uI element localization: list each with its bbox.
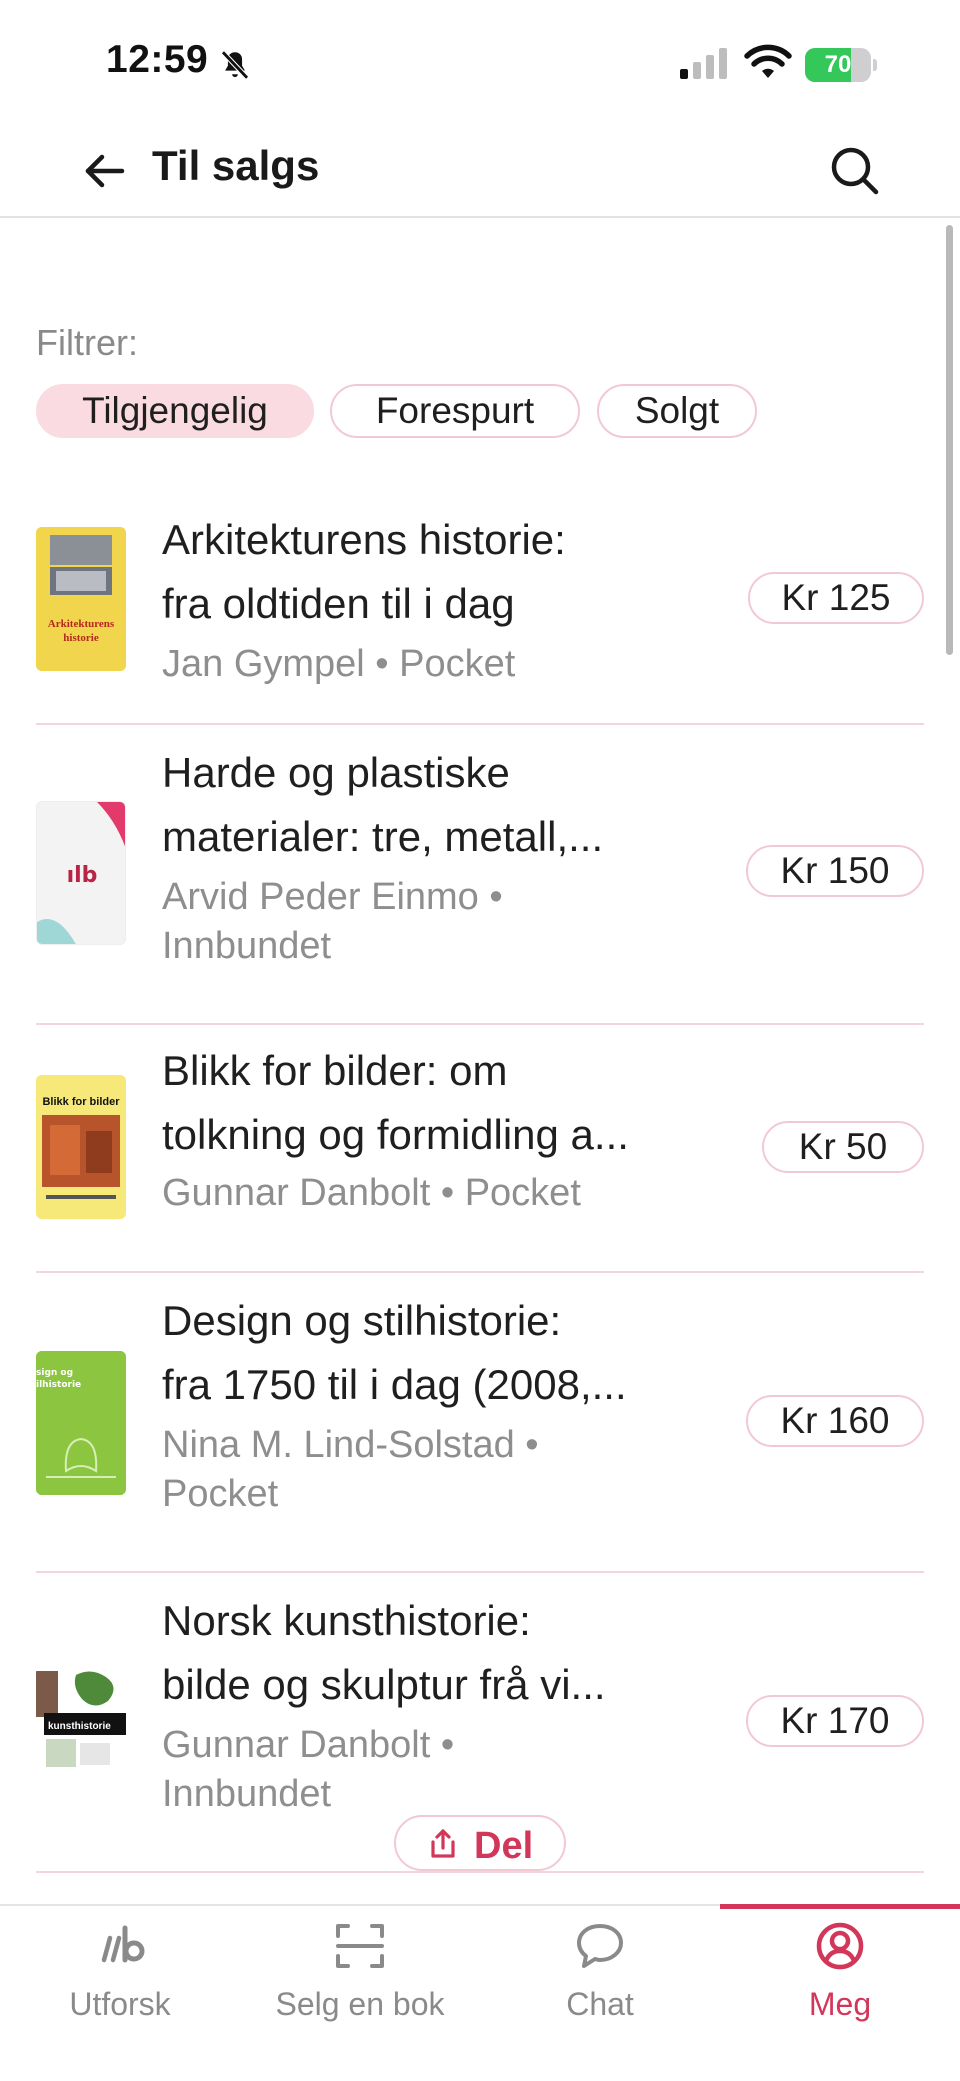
svg-text:ılb: ılb [67, 863, 98, 888]
cellular-signal-icon [680, 48, 727, 79]
book-title-line: fra oldtiden til i dag [162, 580, 515, 627]
arrow-left-icon[interactable] [80, 146, 130, 196]
lb-logo-icon [101, 1925, 145, 1963]
wifi-icon [744, 44, 792, 78]
nav-label: Chat [566, 1986, 634, 2022]
scan-icon [336, 1924, 384, 1968]
book-author-format: Pocket [162, 1473, 279, 1515]
book-author-format: Arvid Peder Einmo • [162, 876, 503, 918]
top-bar: Til salgs [0, 120, 960, 218]
book-cover: ılb [36, 801, 126, 945]
scrollbar[interactable] [946, 225, 953, 655]
price-tag: Kr 50 [762, 1121, 924, 1173]
nav-item-meg[interactable]: Meg [720, 1906, 960, 2056]
book-author-format: Nina M. Lind-Solstad • [162, 1424, 539, 1466]
book-title: Blikk for bilder: om tolkning og formidl… [162, 1039, 722, 1167]
nav-item-selg-en-bok[interactable]: Selg en bok [240, 1906, 480, 2056]
book-author-format: Jan Gympel • Pocket [162, 643, 516, 685]
svg-text:Blikk for bilder: Blikk for bilder [42, 1096, 120, 1108]
user-circle-icon [816, 1922, 864, 1970]
book-cover: kunsthistorie [36, 1667, 126, 1811]
filter-label: Filtrer: [36, 322, 138, 363]
bottom-nav: Utforsk Selg en bok Chat Meg [0, 1904, 960, 2081]
share-icon [431, 1829, 455, 1858]
list-item[interactable]: ılb Harde og plastiske materialer: tre, … [36, 725, 924, 1025]
battery-indicator: 70 [805, 48, 877, 82]
book-meta: Gunnar Danbolt • Innbundet [162, 1721, 602, 1819]
book-title-line: bilde og skulptur frå vi... [162, 1661, 606, 1708]
book-cover: sign og ilhistorie [36, 1351, 126, 1495]
price-tag: Kr 125 [748, 572, 924, 624]
book-title-line: Harde og plastiske [162, 749, 510, 796]
status-time: 12:59 [106, 38, 209, 81]
nav-item-utforsk[interactable]: Utforsk [0, 1906, 240, 2056]
svg-text:ilhistorie: ilhistorie [36, 1380, 81, 1390]
nav-item-chat[interactable]: Chat [480, 1906, 720, 2056]
list-item[interactable]: sign og ilhistorie Design og stilhistori… [36, 1273, 924, 1573]
list-item[interactable]: Arkitekturens historie Arkitekturens his… [36, 500, 924, 725]
price-tag: Kr 160 [746, 1395, 924, 1447]
book-author-format: Gunnar Danbolt • [162, 1724, 455, 1766]
share-label: Del [474, 1825, 534, 1867]
book-title-line: Norsk kunsthistorie: [162, 1597, 531, 1644]
book-title-line: Blikk for bilder: om [162, 1047, 508, 1094]
book-meta: Gunnar Danbolt • Pocket [162, 1169, 602, 1218]
book-title: Arkitekturens historie: fra oldtiden til… [162, 508, 722, 636]
book-title: Harde og plastiske materialer: tre, meta… [162, 741, 722, 869]
search-icon[interactable] [826, 142, 882, 198]
nav-label: Utforsk [69, 1986, 171, 2022]
book-title-line: fra 1750 til i dag (2008,... [162, 1361, 627, 1408]
battery-percent: 70 [824, 51, 852, 78]
book-author-format: Gunnar Danbolt • Pocket [162, 1172, 581, 1214]
list-item[interactable]: Blikk for bilder Blikk for bilder: om to… [36, 1025, 924, 1273]
book-author-format: Innbundet [162, 1773, 332, 1815]
filter-chip-tilgjengelig[interactable]: Tilgjengelig [36, 384, 314, 438]
bell-muted-icon [221, 50, 249, 80]
book-title-line: materialer: tre, metall,... [162, 813, 604, 860]
book-title: Design og stilhistorie: fra 1750 til i d… [162, 1289, 722, 1417]
book-meta: Nina M. Lind-Solstad • Pocket [162, 1421, 602, 1519]
filter-chip-forespurt[interactable]: Forespurt [330, 384, 580, 438]
book-title-line: Design og stilhistorie: [162, 1297, 562, 1344]
svg-text:sign og: sign og [36, 1368, 73, 1378]
book-author-format: Innbundet [162, 925, 332, 967]
share-button[interactable]: Del [394, 1815, 566, 1871]
book-title-line: tolkning og formidling a... [162, 1111, 629, 1158]
nav-label: Selg en bok [275, 1986, 445, 2022]
page-title: Til salgs [152, 142, 320, 189]
book-meta: Jan Gympel • Pocket [162, 640, 602, 689]
book-cover: Blikk for bilder [36, 1075, 126, 1219]
price-tag: Kr 150 [746, 845, 924, 897]
book-title: Norsk kunsthistorie: bilde og skulptur f… [162, 1589, 722, 1717]
svg-text:historie: historie [63, 632, 99, 644]
chat-bubble-icon [577, 1924, 623, 1968]
svg-text:Arkitekturens: Arkitekturens [48, 618, 115, 630]
price-tag: Kr 170 [746, 1695, 924, 1747]
book-cover: Arkitekturens historie [36, 527, 126, 671]
status-bar: 12:59 70 [0, 0, 960, 120]
filter-chip-solgt[interactable]: Solgt [597, 384, 757, 438]
book-meta: Arvid Peder Einmo • Innbundet [162, 873, 602, 971]
svg-text:kunsthistorie: kunsthistorie [48, 1721, 111, 1732]
book-title-line: Arkitekturens historie: [162, 516, 566, 563]
nav-label: Meg [808, 1986, 872, 2022]
